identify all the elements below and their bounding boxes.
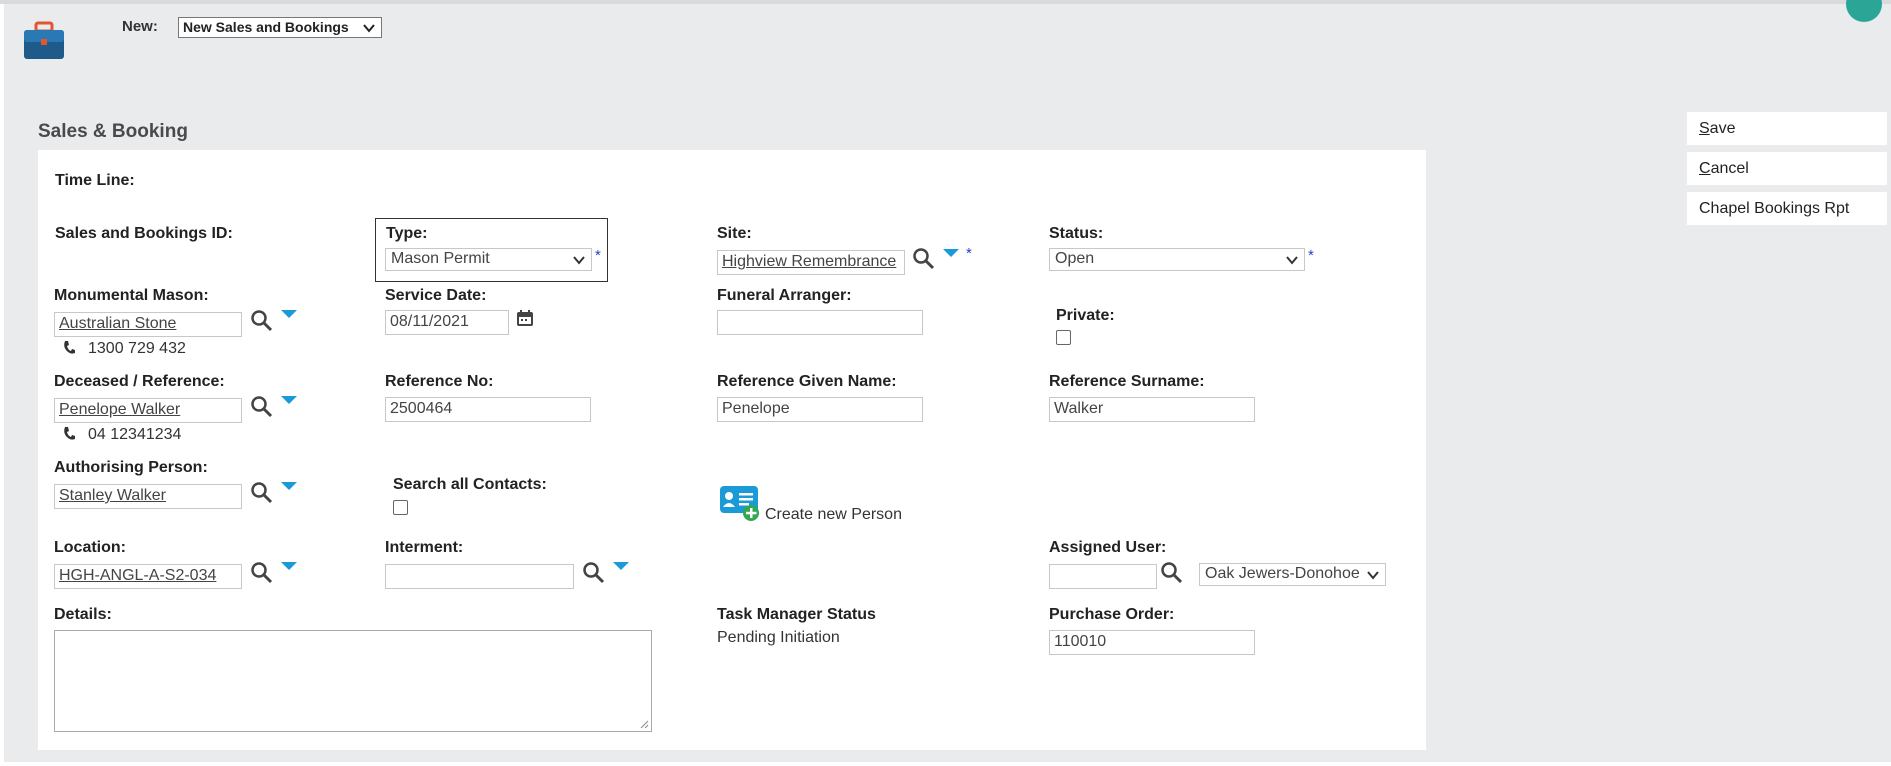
section-title: Sales & Booking	[38, 121, 188, 142]
ref-surname-input[interactable]: Walker	[1049, 397, 1255, 422]
task-status-value: Pending Initiation	[717, 629, 840, 646]
purchase-order-value: 110010	[1054, 633, 1107, 650]
assigned-user-label: Assigned User:	[1049, 539, 1167, 556]
ref-given-name-input[interactable]: Penelope	[717, 397, 923, 422]
type-select-value: Mason Permit	[391, 250, 490, 267]
create-person-icon[interactable]	[719, 485, 761, 523]
site-label: Site:	[717, 225, 752, 242]
reference-no-value: 2500464	[390, 400, 453, 417]
save-accesskey: S	[1699, 120, 1710, 137]
mason-input[interactable]: Australian Stone	[54, 312, 242, 337]
interment-search-icon[interactable]	[582, 561, 606, 585]
deceased-value: Penelope Walker	[59, 401, 181, 418]
status-select[interactable]: Open	[1049, 248, 1305, 271]
service-date-input[interactable]: 08/11/2021	[385, 310, 509, 335]
details-textarea[interactable]	[54, 630, 652, 732]
type-select[interactable]: Mason Permit	[385, 248, 592, 271]
status-label: Status:	[1049, 225, 1104, 242]
assigned-user-input[interactable]	[1049, 564, 1157, 589]
authorising-person-label: Authorising Person:	[54, 459, 208, 476]
purchase-order-label: Purchase Order:	[1049, 606, 1175, 623]
mason-search-icon[interactable]	[250, 309, 274, 333]
deceased-phone: 04 12341234	[88, 426, 182, 443]
chevron-down-icon	[363, 24, 375, 33]
site-input[interactable]: Highview Remembrance	[717, 250, 905, 275]
ref-surname-value: Walker	[1054, 400, 1104, 417]
cancel-button[interactable]: Cancel	[1687, 152, 1887, 185]
phone-icon	[64, 341, 75, 354]
status-select-value: Open	[1055, 250, 1095, 267]
timeline-label: Time Line:	[55, 172, 135, 189]
phone-icon	[64, 427, 75, 440]
authorising-search-icon[interactable]	[250, 481, 274, 505]
task-status-label: Task Manager Status	[717, 606, 876, 623]
site-dropdown-icon[interactable]	[943, 249, 959, 257]
new-record-select[interactable]: New Sales and Bookings	[178, 17, 382, 38]
location-dropdown-icon[interactable]	[281, 562, 297, 570]
mason-dropdown-icon[interactable]	[281, 310, 297, 318]
authorising-person-value: Stanley Walker	[59, 487, 166, 504]
purchase-order-input[interactable]: 110010	[1049, 630, 1255, 655]
new-label: New:	[122, 18, 158, 35]
ref-given-name-label: Reference Given Name:	[717, 373, 897, 390]
assigned-user-select-value: Oak Jewers-Donohoe	[1205, 565, 1360, 582]
save-button[interactable]: Save	[1687, 112, 1887, 145]
save-label: ave	[1709, 120, 1736, 137]
ref-given-name-value: Penelope	[722, 400, 790, 417]
new-record-select-value: New Sales and Bookings	[183, 19, 349, 35]
mason-label: Monumental Mason:	[54, 287, 209, 304]
cancel-accesskey: C	[1699, 160, 1711, 177]
service-date-value: 08/11/2021	[390, 313, 469, 330]
location-input[interactable]: HGH-ANGL-A-S2-034	[54, 564, 242, 589]
details-label: Details:	[54, 606, 112, 623]
funeral-arranger-label: Funeral Arranger:	[717, 287, 852, 304]
create-person-link[interactable]: Create new Person	[765, 506, 902, 524]
mason-phone: 1300 729 432	[88, 340, 186, 357]
site-value: Highview Remembrance	[722, 253, 897, 270]
service-date-label: Service Date:	[385, 287, 487, 304]
required-marker: *	[1308, 247, 1314, 264]
site-search-icon[interactable]	[912, 247, 936, 271]
deceased-dropdown-icon[interactable]	[281, 396, 297, 404]
ref-surname-label: Reference Surname:	[1049, 373, 1205, 390]
location-value: HGH-ANGL-A-S2-034	[59, 567, 217, 584]
search-all-contacts-checkbox[interactable]	[393, 500, 408, 515]
briefcase-icon	[24, 21, 64, 59]
search-all-contacts-label: Search all Contacts:	[393, 476, 547, 493]
form-panel: Time Line: Sales and Bookings ID: Type: …	[38, 150, 1426, 750]
mason-value: Australian Stone	[59, 315, 177, 332]
authorising-person-input[interactable]: Stanley Walker	[54, 484, 242, 509]
cancel-label: ancel	[1710, 160, 1749, 177]
calendar-icon[interactable]	[515, 308, 535, 328]
report-label: Chapel Bookings Rpt	[1699, 200, 1850, 217]
interment-dropdown-icon[interactable]	[613, 562, 629, 570]
chevron-down-icon	[573, 256, 585, 265]
chevron-down-icon	[1367, 571, 1379, 580]
type-label: Type:	[386, 225, 428, 242]
interment-input[interactable]	[385, 564, 574, 589]
chevron-down-icon	[1286, 256, 1298, 265]
resize-handle-icon[interactable]	[639, 719, 649, 729]
deceased-search-icon[interactable]	[250, 395, 274, 419]
location-label: Location:	[54, 539, 126, 556]
reference-no-label: Reference No:	[385, 373, 494, 390]
location-search-icon[interactable]	[250, 561, 274, 585]
assigned-user-search-icon[interactable]	[1160, 561, 1184, 585]
private-checkbox[interactable]	[1056, 330, 1071, 345]
deceased-input[interactable]: Penelope Walker	[54, 398, 242, 423]
required-marker: *	[595, 247, 601, 264]
app-background: New: New Sales and Bookings Sales & Book…	[4, 0, 1891, 762]
deceased-label: Deceased / Reference:	[54, 373, 225, 390]
authorising-dropdown-icon[interactable]	[281, 482, 297, 490]
funeral-arranger-input[interactable]	[717, 310, 923, 335]
required-marker: *	[966, 245, 972, 262]
assigned-user-select[interactable]: Oak Jewers-Donohoe	[1199, 563, 1386, 586]
chapel-bookings-report-button[interactable]: Chapel Bookings Rpt	[1687, 192, 1887, 225]
interment-label: Interment:	[385, 539, 464, 556]
sales-id-label: Sales and Bookings ID:	[55, 225, 233, 242]
help-badge-icon[interactable]	[1846, 0, 1882, 22]
reference-no-input[interactable]: 2500464	[385, 397, 591, 422]
private-label: Private:	[1056, 307, 1115, 324]
